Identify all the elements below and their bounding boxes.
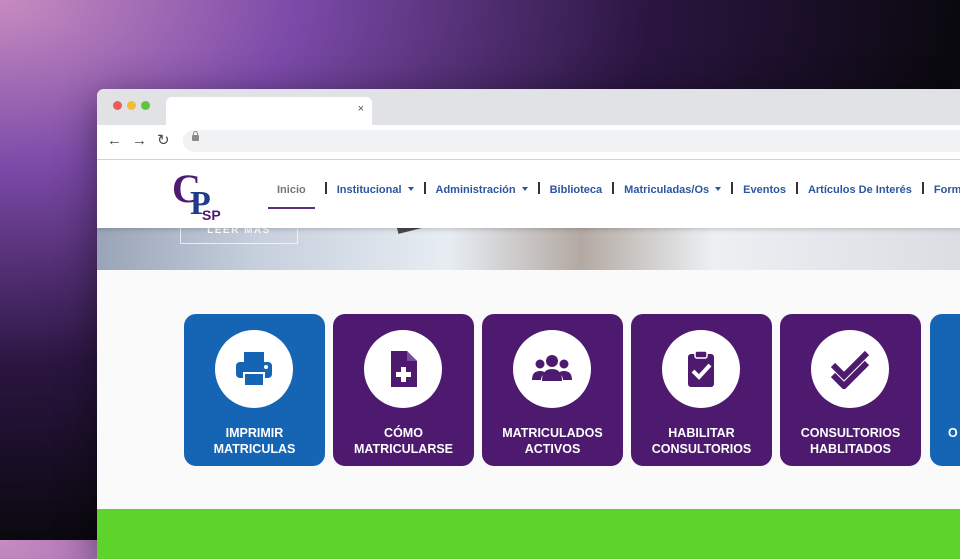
lock-icon	[192, 131, 199, 141]
card-partial[interactable]: O	[930, 314, 960, 466]
card-label-line2: ACTIVOS	[524, 442, 581, 456]
browser-tab[interactable]: ×	[166, 97, 372, 125]
card-label: MATRICULADOS ACTIVOS	[482, 425, 623, 457]
nav-eventos[interactable]: Eventos	[743, 184, 786, 196]
minimize-window-dot[interactable]	[127, 101, 136, 110]
card-label: IMPRIMIR MATRICULAS	[184, 425, 325, 457]
website: LEER MÁS C P SP Inicio Institucional Admin…	[97, 160, 960, 559]
card-label-line2: MATRICULAS	[213, 442, 296, 456]
chevron-down-icon	[407, 187, 414, 191]
card-icon-circle	[215, 330, 293, 408]
nav-separator	[731, 182, 734, 194]
forward-arrow-icon[interactable]: →	[132, 132, 147, 150]
chevron-down-icon	[715, 187, 722, 191]
card-consultorios-hablitados[interactable]: CONSULTORIOS HABLITADOS	[780, 314, 921, 466]
card-icon-circle	[662, 330, 740, 408]
address-toolbar: ← → ↻	[97, 125, 960, 160]
card-matriculados-activos[interactable]: MATRICULADOS ACTIVOS	[482, 314, 623, 466]
card-label-line1: CONSULTORIOS	[800, 426, 901, 440]
card-como-matricularse[interactable]: CÓMO MATRICULARSE	[333, 314, 474, 466]
card-label-line2: CONSULTORIOS	[651, 442, 752, 456]
nav-matriculados-label: Matriculadas/Os	[624, 184, 710, 196]
file-medical-icon	[391, 351, 417, 387]
card-label-line2: HABLITADOS	[809, 442, 891, 456]
card-label-line1: CÓMO	[384, 426, 423, 440]
nav-articulos[interactable]: Artículos De Interés	[808, 184, 912, 196]
tab-bar: ×	[97, 89, 960, 125]
close-window-dot[interactable]	[113, 101, 122, 110]
nav-separator	[423, 182, 426, 194]
nav-separator	[921, 182, 924, 194]
card-label: O	[948, 425, 960, 441]
tab-close-icon[interactable]: ×	[358, 103, 364, 115]
nav-inicio[interactable]: Inicio	[268, 184, 315, 209]
nav-matriculados[interactable]: Matriculadas/Os	[624, 184, 722, 196]
cpsp-logo[interactable]: C P SP	[172, 166, 222, 222]
nav-administracion[interactable]: Administración	[436, 184, 528, 196]
back-arrow-icon[interactable]: ←	[107, 132, 122, 150]
url-bar[interactable]	[183, 130, 960, 152]
green-section	[97, 509, 960, 559]
card-label-line1: IMPRIMIR	[225, 426, 284, 440]
chevron-down-icon	[521, 187, 528, 191]
card-label: HABILITAR CONSULTORIOS	[631, 425, 772, 457]
card-label-line1: MATRICULADOS	[502, 426, 603, 440]
nav-institucional-label: Institucional	[336, 184, 402, 196]
reload-icon[interactable]: ↻	[157, 132, 170, 150]
card-label: CONSULTORIOS HABLITADOS	[780, 425, 921, 457]
card-icon-circle	[364, 330, 442, 408]
site-header: C P SP Inicio Institucional Administración…	[97, 160, 960, 228]
card-icon-circle	[513, 330, 591, 408]
printer-icon	[236, 352, 272, 387]
card-icon-circle	[811, 330, 889, 408]
nav-formacion[interactable]: Formación	[934, 184, 960, 196]
browser-window: × ← → ↻ LEER MÁS C P SP Inicio Institucio…	[97, 89, 960, 559]
card-imprimir-matriculas[interactable]: IMPRIMIR MATRICULAS	[184, 314, 325, 466]
maximize-window-dot[interactable]	[141, 101, 150, 110]
hero-banner: LEER MÁS	[97, 168, 960, 270]
users-icon	[532, 355, 572, 381]
card-label-line1: O	[948, 426, 958, 440]
main-nav: Inicio Institucional Administración Bibliot…	[268, 182, 960, 209]
nav-separator	[612, 182, 615, 194]
nav-biblioteca[interactable]: Biblioteca	[550, 184, 603, 196]
nav-separator	[795, 182, 798, 194]
logo-letters-sp: SP	[202, 207, 221, 222]
double-check-icon	[830, 350, 870, 389]
card-label-line2: MATRICULARSE	[353, 442, 454, 456]
card-label-line1: HABILITAR	[668, 426, 735, 440]
clipboard-check-icon	[688, 350, 714, 387]
card-habilitar-consultorios[interactable]: HABILITAR CONSULTORIOS	[631, 314, 772, 466]
nav-administracion-label: Administración	[435, 184, 516, 196]
nav-separator	[324, 182, 327, 194]
nav-separator	[537, 182, 540, 194]
card-label: CÓMO MATRICULARSE	[333, 425, 474, 457]
nav-institucional[interactable]: Institucional	[337, 184, 414, 196]
